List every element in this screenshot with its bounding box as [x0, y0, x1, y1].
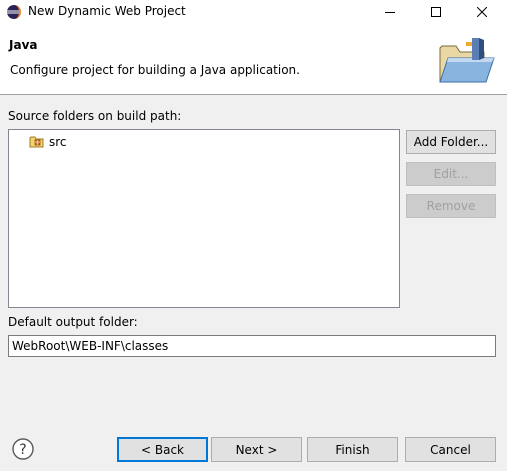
help-icon[interactable]: ?	[11, 437, 35, 461]
next-button[interactable]: Next >	[211, 437, 302, 462]
source-folders-tree[interactable]: src	[8, 129, 400, 308]
page-description: Configure project for building a Java ap…	[10, 63, 300, 77]
eclipse-icon	[7, 5, 21, 19]
source-folders-label: Source folders on build path:	[8, 109, 182, 123]
svg-text:?: ?	[19, 442, 26, 458]
maximize-button[interactable]	[413, 0, 459, 24]
back-button[interactable]: < Back	[117, 437, 208, 462]
close-icon	[477, 7, 487, 17]
title-bar: New Dynamic Web Project	[0, 0, 507, 24]
minimize-icon	[385, 12, 395, 13]
page-title: Java	[9, 38, 38, 52]
tree-item-src[interactable]: src	[29, 133, 67, 151]
edit-button[interactable]: Edit...	[406, 162, 496, 186]
close-button[interactable]	[459, 0, 505, 24]
java-folder-icon	[439, 38, 495, 83]
window-title: New Dynamic Web Project	[28, 4, 186, 18]
remove-button[interactable]: Remove	[406, 194, 496, 218]
package-folder-icon	[29, 136, 44, 148]
finish-button[interactable]: Finish	[307, 437, 398, 462]
cancel-button[interactable]: Cancel	[405, 437, 496, 462]
add-folder-button[interactable]: Add Folder...	[406, 130, 496, 154]
output-folder-label: Default output folder:	[8, 315, 138, 329]
minimize-button[interactable]	[367, 0, 413, 24]
output-folder-field[interactable]: WebRoot\WEB-INF\classes	[8, 335, 496, 357]
wizard-header: Java Configure project for building a Ja…	[0, 24, 507, 95]
maximize-icon	[431, 7, 441, 17]
tree-item-label: src	[49, 135, 67, 149]
